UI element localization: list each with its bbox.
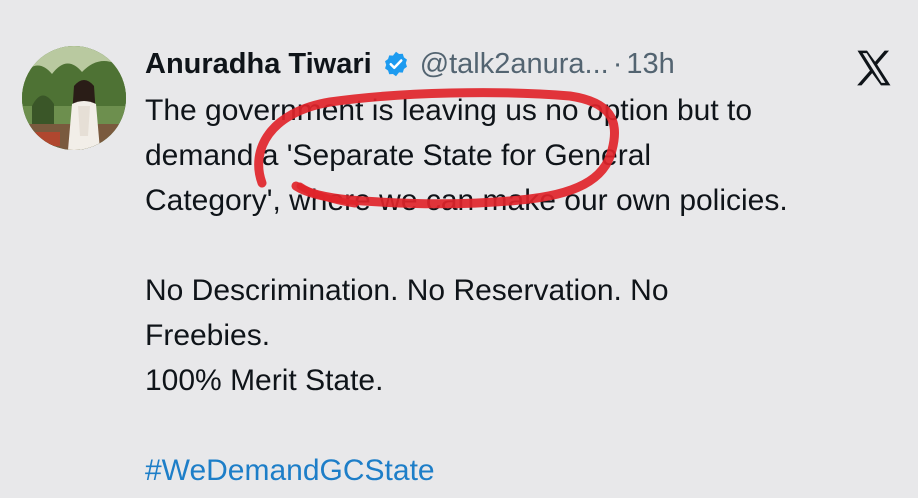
avatar[interactable] xyxy=(22,46,126,150)
author-name[interactable]: Anuradha Tiwari xyxy=(145,48,372,81)
tweet-text-line: demand a 'Separate State for General xyxy=(145,139,652,172)
avatar-photo xyxy=(22,46,126,150)
tweet-card[interactable]: Anuradha Tiwari @talk2anura... · 13h The… xyxy=(0,0,918,498)
separator-dot: · xyxy=(612,47,623,80)
hashtag-link[interactable]: #WeDemandGCState xyxy=(145,448,905,493)
tweet-text-line: 100% Merit State. xyxy=(145,364,384,397)
verified-badge-icon xyxy=(382,50,410,78)
tweet-header: Anuradha Tiwari @talk2anura... · 13h xyxy=(145,44,675,84)
tweet-text-line: Freebies. xyxy=(145,319,271,352)
tweet-body: The government is leaving us no option b… xyxy=(145,88,905,493)
tweet-text-line: Category', where we can make our own pol… xyxy=(145,184,788,217)
tweet-text-line: No Descrimination. No Reservation. No xyxy=(145,274,669,307)
timestamp[interactable]: 13h xyxy=(626,48,674,81)
x-logo-icon[interactable] xyxy=(852,46,896,90)
author-handle[interactable]: @talk2anura... xyxy=(420,48,609,81)
tweet-text-line: The government is leaving us no option b… xyxy=(145,94,753,127)
